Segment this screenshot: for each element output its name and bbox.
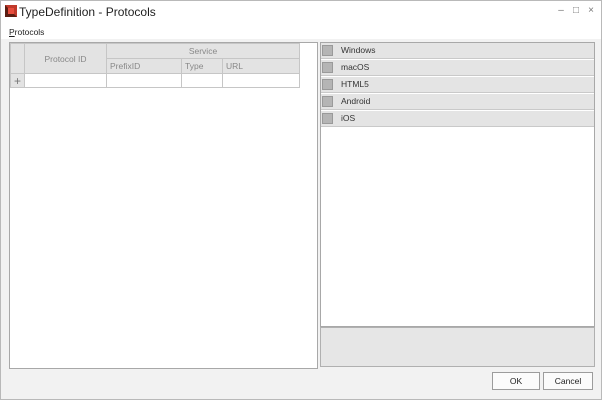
title-bar[interactable]: TypeDefinition - Protocols – □ × [1, 1, 601, 23]
dialog-window: TypeDefinition - Protocols – □ × Protoco… [0, 0, 602, 400]
platform-label: macOS [341, 62, 370, 72]
platform-list: Windows macOS HTML5 Android iOS [320, 42, 595, 327]
column-header-url[interactable]: URL [222, 58, 300, 74]
cell-protocol-id[interactable] [24, 73, 107, 88]
dialog-content: Protocol ID Service PrefixID Type URL + [1, 39, 601, 399]
column-header-prefix-id[interactable]: PrefixID [106, 58, 182, 74]
add-row-icon[interactable]: + [10, 73, 25, 88]
app-icon [5, 5, 17, 17]
platform-label: Android [341, 96, 371, 106]
window-title: TypeDefinition - Protocols [19, 5, 156, 19]
menu-protocols[interactable]: Protocols [9, 27, 44, 37]
platform-item[interactable]: Android [321, 94, 594, 110]
protocols-grid: Protocol ID Service PrefixID Type URL + [10, 43, 300, 88]
cancel-button[interactable]: Cancel [543, 372, 593, 390]
platform-item[interactable]: HTML5 [321, 77, 594, 93]
maximize-button[interactable]: □ [570, 4, 582, 18]
column-header-type[interactable]: Type [181, 58, 223, 74]
menu-protocols-label: rotocols [14, 27, 45, 37]
menu-bar: Protocols [1, 23, 601, 39]
platform-checkbox[interactable] [322, 45, 333, 56]
close-button[interactable]: × [585, 4, 597, 18]
cell-prefix-id[interactable] [106, 73, 182, 88]
column-header-protocol-id[interactable]: Protocol ID [24, 43, 107, 74]
minimize-button[interactable]: – [555, 4, 567, 18]
row-header-corner [10, 43, 25, 74]
new-row[interactable]: + [10, 73, 300, 88]
protocols-grid-panel[interactable]: Protocol ID Service PrefixID Type URL + [9, 42, 318, 369]
platform-checkbox[interactable] [322, 79, 333, 90]
platform-label: Windows [341, 45, 376, 55]
cell-url[interactable] [222, 73, 300, 88]
ok-button[interactable]: OK [492, 372, 540, 390]
platform-checkbox[interactable] [322, 113, 333, 124]
platform-item[interactable]: Windows [321, 43, 594, 59]
platform-checkbox[interactable] [322, 62, 333, 73]
cell-type[interactable] [181, 73, 223, 88]
platform-label: HTML5 [341, 79, 369, 89]
platform-checkbox[interactable] [322, 96, 333, 107]
platform-label: iOS [341, 113, 356, 123]
platform-detail-panel [320, 327, 595, 367]
column-group-service: Service [106, 43, 300, 59]
platform-item[interactable]: iOS [321, 111, 594, 127]
platform-item[interactable]: macOS [321, 60, 594, 76]
